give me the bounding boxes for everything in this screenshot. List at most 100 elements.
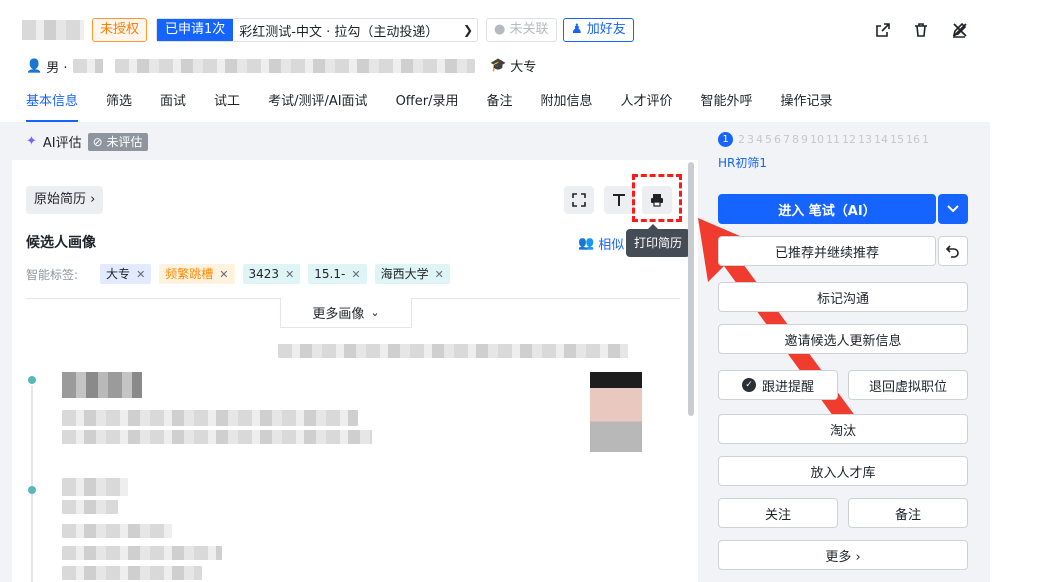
tab-screening[interactable]: 筛选 [106, 92, 132, 122]
redacted-text [62, 430, 372, 444]
more-portrait-button[interactable]: 更多画像 ⌄ [280, 298, 412, 328]
talent-pool-button[interactable]: 放入人才库 [718, 456, 968, 486]
tab-extra-info[interactable]: 附加信息 [541, 92, 593, 122]
timeline-dot [28, 486, 36, 494]
follow-button[interactable]: 关注 [718, 498, 838, 528]
tab-basic-info[interactable]: 基本信息 [26, 92, 79, 122]
unlinked-badge[interactable]: ● 未关联 [486, 18, 557, 42]
applied-position-text: 彩红测试-中文 · 拉勾（主动投递） [239, 24, 439, 40]
close-icon[interactable]: ✕ [219, 268, 228, 281]
enter-exam-button[interactable]: 进入 笔试（AI） [718, 194, 936, 224]
ai-evaluation: ✦ AI评估 ⊘ 未评估 [26, 132, 148, 151]
tab-smart-call[interactable]: 智能外呼 [701, 92, 753, 122]
degree-info: 🎓 大专 [490, 58, 537, 75]
delete-icon[interactable] [911, 20, 931, 40]
candidate-portrait-title: 候选人画像 [26, 235, 96, 251]
check-circle-icon: ✓ [741, 378, 756, 392]
candidate-header: 未授权 已申请1次 彩红测试-中文 · 拉勾（主动投递） ❯ ● 未关联 ♟ 加… [0, 0, 1037, 122]
tag-item[interactable]: 频繁跳槽 ✕ [159, 264, 235, 284]
step-item[interactable]: 1 [922, 133, 929, 146]
step-item[interactable]: 5 [765, 133, 772, 146]
timeline-line [31, 386, 33, 582]
detail-tabs: 基本信息 筛选 面试 试工 考试/测评/AI面试 Offer/录用 备注 附加信… [26, 92, 861, 122]
redacted-info [73, 59, 104, 73]
tag-item[interactable]: 15.1- ✕ [308, 264, 367, 284]
tab-notes[interactable]: 备注 [486, 92, 512, 122]
close-icon[interactable]: ✕ [136, 268, 145, 281]
step-item[interactable]: 13 [858, 133, 872, 146]
application-info[interactable]: 已申请1次 彩红测试-中文 · 拉勾（主动投递） ❯ [156, 18, 478, 42]
tag-item[interactable]: 3423 ✕ [242, 264, 301, 284]
candidate-basic-info: 👤 男 · [26, 56, 476, 76]
candidate-name-redacted [22, 20, 84, 40]
smart-tags-label: 智能标签: [26, 267, 79, 282]
step-item[interactable]: 15 [890, 133, 904, 146]
print-highlight-box [632, 174, 682, 222]
more-button[interactable]: 更多 › [718, 540, 968, 570]
users-icon: 👥 [578, 236, 595, 251]
redacted-text [62, 546, 222, 560]
return-virtual-button[interactable]: 退回虚拟职位 [848, 370, 968, 400]
follow-remind-button[interactable]: ✓ 跟进提醒 [718, 370, 838, 400]
text-size-icon[interactable] [604, 186, 634, 214]
candidate-photo-redacted [590, 372, 642, 452]
tab-trial-work[interactable]: 试工 [214, 92, 240, 122]
close-icon[interactable]: ✕ [285, 268, 294, 281]
redacted-text [62, 410, 358, 426]
tab-exam[interactable]: 考试/测评/AI面试 [268, 92, 368, 122]
close-icon[interactable]: ✕ [351, 268, 360, 281]
step-item[interactable]: 8 [792, 133, 799, 146]
share-icon[interactable] [873, 20, 893, 40]
redacted-text [62, 566, 202, 580]
step-item[interactable]: 14 [874, 133, 888, 146]
fullscreen-icon[interactable] [564, 186, 594, 214]
stage-steps: 1 2 3 4 5 6 7 8 9 10 11 12 13 14 15 16 1 [718, 132, 929, 147]
ai-status-badge: ⊘ 未评估 [87, 132, 148, 151]
redacted-text [278, 344, 628, 358]
step-item[interactable]: 12 [842, 133, 856, 146]
note-button[interactable]: 备注 [848, 498, 968, 528]
step-item[interactable]: 10 [810, 133, 824, 146]
resume-card: 原始简历 › 打印简历 候选人画像 👥 相似 智能标签: 大专 ✕ 频繁跳槽 ✕ 3… [12, 160, 698, 582]
undo-icon[interactable] [938, 236, 968, 266]
invite-update-button[interactable]: 邀请候选人更新信息 [718, 324, 968, 354]
similar-candidates-link[interactable]: 👥 相似 [578, 234, 624, 253]
tag-item[interactable]: 海西大学 ✕ [374, 264, 450, 284]
smart-tags: 智能标签: 大专 ✕ 频繁跳槽 ✕ 3423 ✕ 15.1- ✕ 海西大学 ✕ [26, 264, 450, 284]
page-margin [990, 0, 1037, 582]
redacted-text [62, 372, 142, 398]
eliminate-button[interactable]: 淘汰 [718, 414, 968, 444]
step-item[interactable]: 7 [783, 133, 790, 146]
step-item[interactable]: 16 [906, 133, 920, 146]
redacted-text [62, 500, 118, 514]
step-item[interactable]: 3 [747, 133, 754, 146]
step-item[interactable]: 4 [756, 133, 763, 146]
tab-offer[interactable]: Offer/录用 [396, 92, 459, 122]
tab-operation-log[interactable]: 操作记录 [781, 92, 833, 122]
current-stage-label: HR初筛1 [718, 156, 767, 170]
applied-count-tag: 已申请1次 [157, 19, 234, 41]
tab-interview[interactable]: 面试 [160, 92, 186, 122]
step-item[interactable]: 11 [826, 133, 840, 146]
action-panel: 1 2 3 4 5 6 7 8 9 10 11 12 13 14 15 16 1… [708, 122, 990, 582]
step-item[interactable]: 1 [718, 132, 733, 147]
close-icon[interactable]: ✕ [435, 268, 444, 281]
chevron-down-icon[interactable] [938, 194, 968, 224]
step-item[interactable]: 9 [801, 133, 808, 146]
step-item[interactable]: 6 [774, 133, 781, 146]
graduation-cap-icon: 🎓 [490, 58, 507, 73]
original-resume-button[interactable]: 原始简历 › [26, 186, 104, 214]
close-icon[interactable] [950, 20, 970, 40]
step-item[interactable]: 2 [738, 133, 745, 146]
redacted-info [115, 59, 476, 73]
tag-item[interactable]: 大专 ✕ [100, 264, 152, 284]
chevron-down-icon: ⌄ [370, 306, 380, 319]
mark-communication-button[interactable]: 标记沟通 [718, 282, 968, 312]
chevron-right-icon: ❯ [462, 23, 474, 37]
recommend-button[interactable]: 已推荐并继续推荐 [718, 236, 936, 266]
tab-talent-review[interactable]: 人才评价 [621, 92, 673, 122]
add-friend-button[interactable]: ♟ 加好友 [563, 18, 634, 42]
redacted-text [62, 478, 128, 496]
unauthorized-badge: 未授权 [92, 18, 148, 42]
user-icon: 👤 [26, 58, 43, 74]
